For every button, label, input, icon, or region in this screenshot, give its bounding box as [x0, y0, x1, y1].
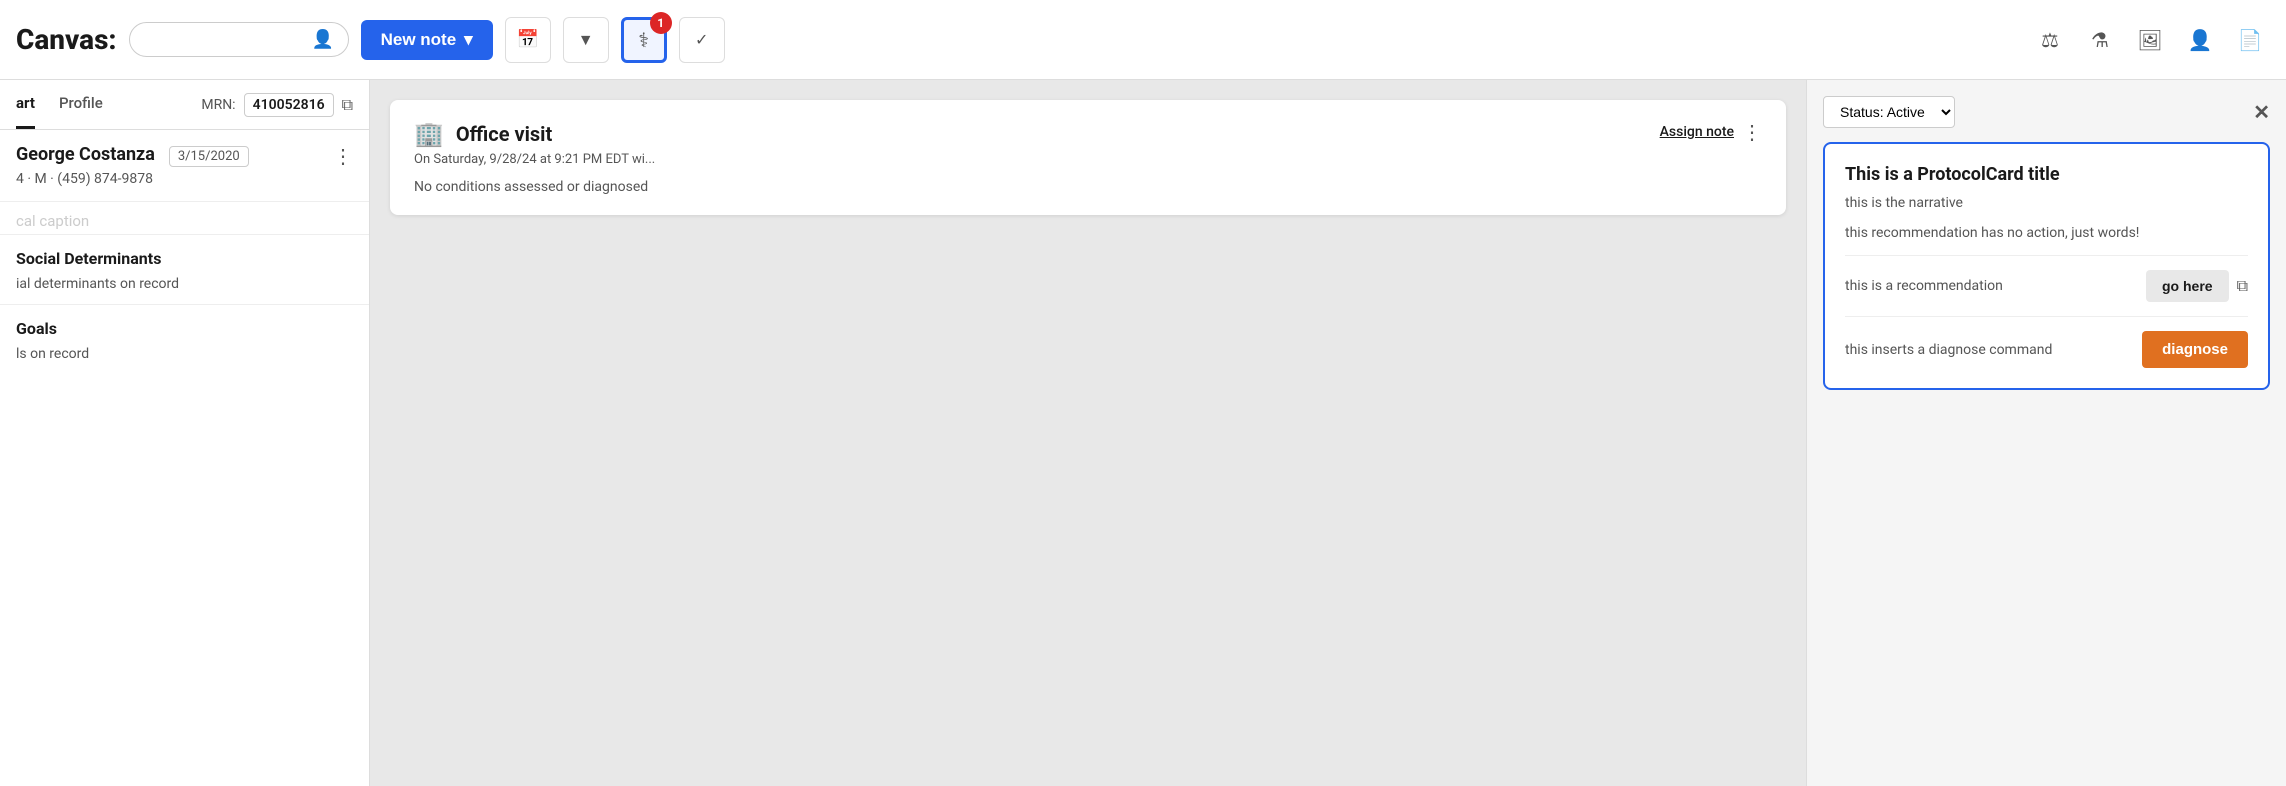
- visit-actions: Assign note ⋮: [1660, 120, 1762, 144]
- notification-badge: 1: [650, 12, 672, 34]
- protocol-text-3: this inserts a diagnose command: [1845, 342, 2130, 358]
- org-person-icon: 👤: [2188, 28, 2213, 52]
- balance-icon: ⚖: [2041, 28, 2059, 52]
- social-determinants-text: ial determinants on record: [0, 276, 369, 304]
- filter-icon: ▼: [578, 30, 594, 50]
- mrn-label: MRN:: [201, 97, 235, 113]
- patient-date: 3/15/2020: [169, 146, 249, 167]
- status-select[interactable]: Status: Active: [1823, 96, 1955, 128]
- new-note-button[interactable]: New note ▾: [361, 20, 493, 60]
- tab-profile[interactable]: Profile: [59, 80, 103, 129]
- checkmark-icon: ✓: [695, 30, 708, 49]
- close-button[interactable]: ✕: [2253, 100, 2270, 124]
- dropdown-arrow-icon: ▾: [464, 30, 473, 50]
- mrn-row: MRN: 410052816 ⧉: [201, 93, 353, 117]
- external-link-icon[interactable]: ⧉: [2237, 276, 2248, 296]
- diagnose-button[interactable]: diagnose: [2142, 331, 2248, 368]
- person-button[interactable]: 👤: [2180, 20, 2220, 60]
- patient-name-row: George Costanza 3/15/2020: [16, 144, 249, 167]
- assign-note-link[interactable]: Assign note: [1660, 124, 1734, 140]
- person-icon: 👤: [312, 29, 334, 50]
- go-here-button[interactable]: go here: [2146, 270, 2229, 302]
- visit-title: Office visit: [456, 122, 552, 146]
- checkmark-button[interactable]: ✓: [679, 17, 725, 63]
- tab-art[interactable]: art: [16, 80, 35, 129]
- protocol-section-2: this is a recommendation go here ⧉: [1845, 270, 2248, 317]
- flask-icon: ⚗: [2091, 28, 2109, 52]
- protocol-narrative: this is the narrative: [1845, 195, 2248, 211]
- protocol-section-1: this recommendation has no action, just …: [1845, 225, 2248, 256]
- center-panel: 🏢 Office visit Assign note ⋮ On Saturday…: [370, 80, 1806, 786]
- protocol-title: This is a ProtocolCard title: [1845, 164, 2248, 185]
- filter-button[interactable]: ▼: [563, 17, 609, 63]
- patient-meta: 4 · M · (459) 874-9878: [16, 171, 249, 187]
- goals-header: Goals: [0, 304, 369, 346]
- tabs-row: art Profile MRN: 410052816 ⧉: [0, 80, 369, 130]
- image-icon: 🖼: [2137, 28, 2162, 52]
- building-icon: 🏢: [414, 120, 444, 148]
- visit-more-button[interactable]: ⋮: [1742, 120, 1762, 144]
- visit-card: 🏢 Office visit Assign note ⋮ On Saturday…: [390, 100, 1786, 215]
- right-panel: Status: Active ✕ This is a ProtocolCard …: [1806, 80, 2286, 786]
- calendar-button[interactable]: 📅: [505, 17, 551, 63]
- caduceus-icon: ⚕: [638, 28, 649, 52]
- balance-button[interactable]: ⚖: [2030, 20, 2070, 60]
- patient-more-button[interactable]: ⋮: [333, 144, 353, 168]
- protocol-card: This is a ProtocolCard title this is the…: [1823, 142, 2270, 390]
- section-caption: cal caption: [0, 202, 369, 234]
- patient-details: George Costanza 3/15/2020 4 · M · (459) …: [16, 144, 249, 187]
- protocol-text-2: this is a recommendation: [1845, 278, 2134, 294]
- right-header: Status: Active ✕: [1823, 96, 2270, 128]
- protocol-section-3: this inserts a diagnose command diagnose: [1845, 331, 2248, 368]
- search-box[interactable]: 👤: [129, 22, 349, 57]
- visit-subtitle: On Saturday, 9/28/24 at 9:21 PM EDT wi..…: [414, 152, 1762, 167]
- mrn-value: 410052816: [244, 93, 334, 117]
- calendar-icon: 📅: [516, 29, 538, 50]
- protocol-text-1: this recommendation has no action, just …: [1845, 225, 2248, 241]
- document-icon: 📄: [2238, 28, 2263, 52]
- search-input[interactable]: [144, 32, 304, 48]
- visit-title-row: 🏢 Office visit: [414, 120, 552, 148]
- app-logo: Canvas:: [16, 23, 117, 56]
- image-button[interactable]: 🖼: [2130, 20, 2170, 60]
- caduceus-button[interactable]: ⚕ 1: [621, 17, 667, 63]
- visit-body: No conditions assessed or diagnosed: [414, 179, 1762, 195]
- protocol-action-row-2: go here ⧉: [2146, 270, 2248, 302]
- social-determinants-header: Social Determinants: [0, 234, 369, 276]
- main-layout: art Profile MRN: 410052816 ⧉ George Cost…: [0, 80, 2286, 786]
- protocol-row-2: this is a recommendation go here ⧉: [1845, 270, 2248, 302]
- document-button[interactable]: 📄: [2230, 20, 2270, 60]
- visit-header: 🏢 Office visit Assign note ⋮: [414, 120, 1762, 148]
- left-panel: art Profile MRN: 410052816 ⧉ George Cost…: [0, 80, 370, 786]
- toolbar-icons: ⚖ ⚗ 🖼 👤 📄: [2030, 20, 2270, 60]
- patient-name: George Costanza: [16, 144, 155, 165]
- goals-text: ls on record: [0, 346, 369, 374]
- new-note-label: New note: [381, 30, 457, 50]
- copy-icon[interactable]: ⧉: [342, 95, 353, 115]
- app-header: Canvas: 👤 New note ▾ 📅 ▼ ⚕ 1 ✓ ⚖ ⚗ 🖼 👤: [0, 0, 2286, 80]
- flask-button[interactable]: ⚗: [2080, 20, 2120, 60]
- protocol-row-3: this inserts a diagnose command diagnose: [1845, 331, 2248, 368]
- patient-info: George Costanza 3/15/2020 4 · M · (459) …: [0, 130, 369, 202]
